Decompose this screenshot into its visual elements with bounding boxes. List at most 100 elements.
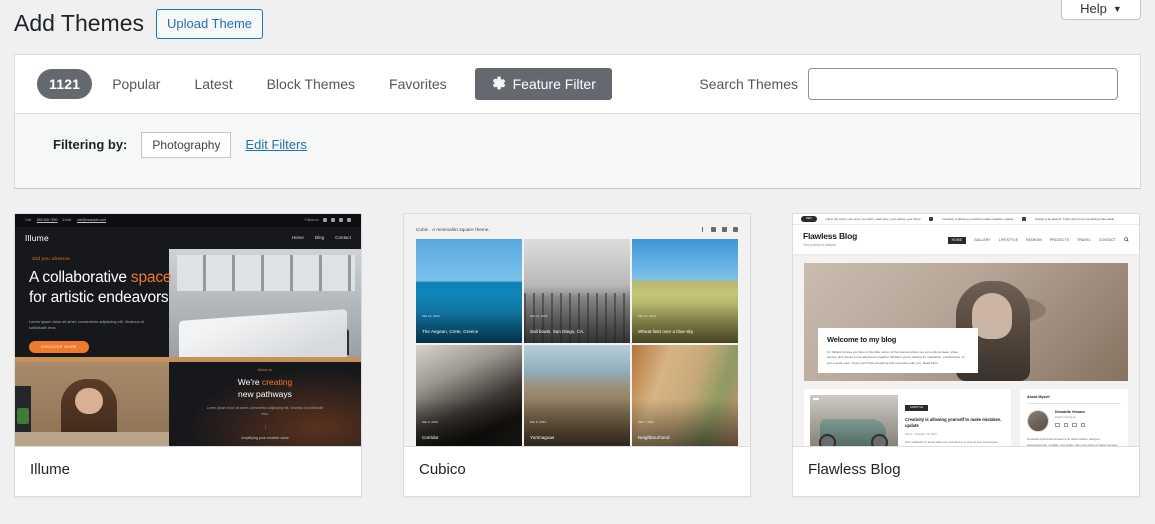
flawless-nav-gallery: GALLERY [974, 238, 991, 243]
cubico-tile-date: Mar 9, 2024 [422, 419, 439, 424]
flawless-post-meta: admin · February 14, 2024 [905, 433, 937, 437]
cubico-tile: Mar 10, 2024 Wheat field over a blue sky [632, 238, 738, 343]
pinterest-icon [711, 226, 716, 232]
flawless-new-pill: NEW [801, 215, 817, 222]
cubico-social-icons [702, 226, 738, 232]
illume-about-section: · About us · We're creating new pathways… [15, 361, 361, 446]
cubico-tile-date: Mar 7, 2024 [638, 419, 655, 424]
flawless-author-bio: Donatella Francesca Versace is an Italia… [1027, 437, 1119, 446]
theme-card-illume[interactable]: Call: 888 456 7890 Email: info@example.c… [14, 212, 362, 497]
theme-grid: Call: 888 456 7890 Email: info@example.c… [0, 189, 1155, 497]
cubico-tile-date: Mar 11, 2024 [530, 313, 548, 318]
gear-icon [491, 76, 506, 91]
facebook-icon [331, 218, 335, 223]
flawless-post: LIFESTYLE Creativity is allowing yoursel… [804, 389, 1011, 446]
illume-menu-home: Home [291, 235, 304, 241]
flawless-nav-home: HOME [947, 236, 967, 244]
flawless-nav: HOME GALLERY LIFESTYLE FASHION PROJECTS … [947, 231, 1129, 244]
flawless-author-name: Donatella Versace [1055, 410, 1085, 415]
tab-popular[interactable]: Popular [98, 70, 174, 98]
theme-card-flawless-blog[interactable]: NEW Life in the world, your story, our v… [792, 212, 1140, 497]
theme-filter-panel: 1121 Popular Latest Block Themes Favorit… [14, 53, 1141, 189]
illume-menu-blog: Blog [314, 235, 325, 241]
illume-hero-headline: A collaborative space for artistic endea… [29, 268, 204, 308]
theme-count-badge: 1121 [37, 68, 93, 99]
illume-headline-accent: space [130, 268, 172, 286]
cubico-tile-title: Yurimaguas [530, 434, 555, 440]
cubico-tile: Mar 8, 2024 Yurimaguas [524, 344, 630, 446]
twitter-icon [1080, 422, 1085, 428]
illume-email: info@example.com [76, 218, 107, 223]
illume-phone: 888 456 7890 [36, 218, 58, 223]
illume-about-eyebrow: · About us · [255, 367, 275, 372]
facebook-icon [1055, 422, 1060, 428]
cubico-tile-title: Neighbourhood [638, 434, 670, 440]
cubico-tile: Mar 12, 2024 The Aegean, Crete, Greece [416, 238, 522, 343]
illume-about-footer: Amplifying your creative voice [241, 435, 289, 440]
instagram-icon [1063, 422, 1068, 428]
cubico-preview-header: Cubic . A minimalist square theme. [416, 226, 738, 232]
theme-name-flawless-blog: Flawless Blog [808, 460, 901, 478]
flawless-thumb-badge [813, 398, 819, 401]
theme-name-bar-flawless-blog: Flawless Blog [793, 445, 1139, 496]
illume-menu: Home Blog Contact [292, 235, 351, 240]
cubico-tile-title: The Aegean, Crete, Greece [422, 328, 479, 334]
edit-filters-link[interactable]: Edit Filters [245, 137, 306, 152]
flawless-nav-lifestyle: LIFESTYLE [998, 238, 1019, 243]
flawless-note-1: Life in the world, your story, our visio… [825, 216, 921, 221]
tab-favorites[interactable]: Favorites [375, 70, 461, 98]
help-tab-button[interactable]: Help ▼ [1061, 0, 1141, 20]
cubico-tile-title: Corridor [422, 434, 439, 440]
cubico-tile-date: Mar 10, 2024 [638, 313, 656, 318]
cubico-photo-grid: Mar 12, 2024 The Aegean, Crete, Greece M… [416, 238, 738, 446]
illume-about-photo [15, 361, 169, 446]
cubico-tile-date: Mar 8, 2024 [530, 419, 547, 424]
flawless-author-socials [1055, 422, 1085, 428]
illume-about-paragraph: Lorem ipsum dolor sit amet, consectetur … [206, 406, 324, 417]
illume-preview-nav: Illume Home Blog Contact [15, 227, 361, 249]
illume-headline-part2: for artistic endeavors [29, 288, 169, 306]
bookmark-icon [929, 216, 934, 221]
illume-about-accent: creating [261, 376, 293, 387]
bookmark-icon [1022, 216, 1027, 221]
illume-about-part2: new pathways [238, 388, 292, 399]
flawless-nav-travel: TRAVEL [1077, 238, 1091, 243]
illume-about-divider [264, 425, 266, 429]
illume-logo: Illume [25, 232, 49, 243]
flawless-note-2: Creativity is allowing yourself to make … [942, 216, 1014, 221]
flawless-posts-section: LIFESTYLE Creativity is allowing yoursel… [804, 389, 1128, 446]
page-title: Add Themes [14, 10, 144, 37]
instagram-icon [722, 226, 727, 232]
chevron-down-icon: ▼ [1112, 4, 1122, 14]
flawless-post-thumbnail [810, 395, 898, 446]
search-icon [1124, 237, 1129, 243]
theme-navigation-bar: 1121 Popular Latest Block Themes Favorit… [15, 55, 1140, 114]
theme-card-cubico[interactable]: Cubic . A minimalist square theme. Mar 1… [403, 212, 751, 497]
facebook-icon [733, 226, 738, 232]
search-themes-label: Search Themes [699, 75, 798, 92]
illume-about-text: · About us · We're creating new pathways… [169, 362, 361, 446]
flawless-brand: Flawless Blog [803, 230, 858, 241]
flawless-hero: Welcome to my blog I'm thrilled to have … [804, 263, 1128, 382]
cubico-tile-title: Sail boats, San Diego, CA. [530, 328, 585, 334]
cubico-tile-date: Mar 12, 2024 [422, 313, 440, 318]
illume-cta-button: DISCOVER MORE [29, 341, 89, 354]
active-filters-bar: Filtering by: Photography Edit Filters [15, 113, 1140, 188]
flawless-preview-header: Flawless Blog Your journey in antiqua HO… [793, 224, 1139, 256]
search-themes-input[interactable] [808, 67, 1118, 100]
add-themes-page: Help ▼ Add Themes Upload Theme 1121 Popu… [0, 0, 1155, 524]
illume-menu-contact: Contact [335, 235, 351, 241]
theme-screenshot-cubico: Cubic . A minimalist square theme. Mar 1… [404, 213, 750, 446]
illume-headline-part1: A collaborative [29, 268, 131, 286]
flawless-tagline: Your journey in antiqua [803, 243, 836, 248]
flawless-hero-text: I'm thrilled to have you here in this li… [827, 349, 965, 365]
feature-filter-button[interactable]: Feature Filter [474, 67, 612, 100]
theme-name-cubico: Cubico [419, 460, 466, 478]
tab-latest[interactable]: Latest [180, 70, 246, 98]
active-filter-chip: Photography [141, 131, 232, 158]
tab-block-themes[interactable]: Block Themes [253, 70, 369, 98]
flawless-post-excerpt: Duis sollicitudin in luctus tellus per s… [905, 440, 1004, 446]
flawless-author-role: Fashion Designer [1055, 415, 1077, 419]
upload-theme-button[interactable]: Upload Theme [155, 9, 264, 39]
flawless-hero-title: Welcome to my blog [827, 334, 897, 344]
